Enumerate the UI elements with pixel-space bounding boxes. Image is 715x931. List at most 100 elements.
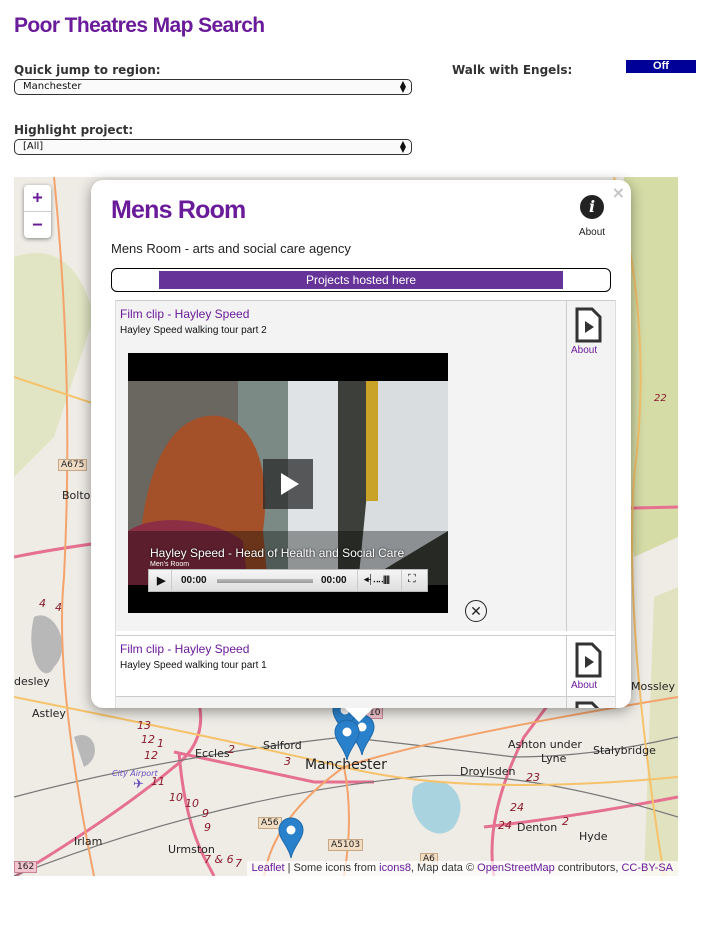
place-label: Droylsden (460, 765, 516, 778)
junction-label: 7 (235, 857, 242, 870)
place-label: Astley (32, 707, 66, 720)
item-about-link[interactable]: About (571, 345, 597, 356)
item-title-link[interactable]: Film clip - Hayley Speed (120, 307, 249, 321)
play-icon (281, 473, 299, 495)
projects-header-bar: Projects hosted here (159, 271, 563, 289)
junction-label: 11 (151, 775, 165, 788)
airport-icon: ✈ (133, 777, 144, 792)
place-label: Denton (517, 821, 558, 834)
junction-label: 2 (562, 815, 569, 828)
project-select-value: [All] (23, 141, 44, 152)
venue-about-button[interactable]: i About (576, 195, 608, 238)
junction-label: 22 (654, 393, 667, 404)
video-controls: ▶ 00:00 00:00 ◂┤‥‥|||| ⛶ (148, 569, 428, 592)
junction-label: 10 (185, 797, 199, 810)
video-frame: Hayley Speed - Head of Health and Social… (128, 381, 448, 585)
attribution-text: , Map data © (410, 862, 478, 874)
play-overlay-button[interactable] (263, 459, 313, 509)
region-label: Quick jump to region: (14, 63, 161, 77)
junction-label: 4 (39, 597, 46, 610)
junction-label: 24 (510, 801, 524, 814)
duration: 00:00 (321, 575, 347, 586)
play-button[interactable]: ▶ (157, 574, 165, 587)
divider (401, 570, 402, 591)
leaflet-link[interactable]: Leaflet (252, 862, 285, 874)
venue-about-label: About (578, 227, 606, 238)
junction-label: 24 (498, 819, 512, 832)
road-label: A675 (58, 459, 88, 471)
list-item-main: Film clip - Hayley Speed Hayley Speed wa… (116, 636, 566, 696)
item-title-link[interactable]: Film clip - Hayley Speed (120, 642, 249, 656)
attribution-text: contributors, (554, 862, 622, 874)
list-item: Film clip - Hayley Speed Hayley Speed wa… (116, 635, 615, 696)
close-video-button[interactable]: ✕ (465, 600, 487, 622)
junction-label: 1 (157, 737, 164, 750)
map-marker[interactable] (278, 817, 304, 859)
current-time: 00:00 (181, 575, 207, 586)
place-label: desley (14, 675, 50, 688)
video-file-icon[interactable] (574, 307, 602, 343)
zoom-out-button[interactable]: − (24, 211, 51, 238)
license-link[interactable]: CC-BY-SA (621, 862, 673, 874)
venue-name: Mens Room (111, 196, 246, 224)
junction-label: 9 (202, 807, 209, 820)
list-item-side: About (566, 636, 615, 696)
place-label: Eccles (195, 747, 230, 760)
place-label: Hyde (579, 830, 608, 843)
seek-bar[interactable] (217, 579, 313, 583)
list-item-side (566, 697, 615, 708)
popup-close-button[interactable]: × (612, 183, 625, 202)
map-marker[interactable] (334, 719, 360, 761)
attribution-text: | Some icons from (284, 862, 380, 874)
fullscreen-button[interactable]: ⛶ (408, 573, 416, 586)
icons8-link[interactable]: icons8 (379, 862, 411, 874)
place-label: Irlam (74, 835, 103, 848)
junction-label: 2 (228, 743, 235, 756)
zoom-control: + − (24, 185, 51, 238)
place-label: Mossley (631, 680, 676, 693)
zoom-in-button[interactable]: + (24, 185, 51, 211)
junction-label: 9 (204, 821, 211, 834)
list-item: Film clip - Hayley Speed Hayley Speed wa… (116, 300, 615, 631)
item-description: Hayley Speed walking tour part 1 (120, 660, 267, 671)
projects-header: Projects hosted here (111, 268, 611, 292)
info-icon: i (580, 195, 604, 219)
openstreetmap-link[interactable]: OpenStreetMap (477, 862, 555, 874)
volume-slider[interactable]: ◂┤‥‥|||| (364, 574, 390, 585)
road-label: A5103 (328, 839, 364, 851)
junction-label: 10 (169, 791, 183, 804)
place-label: Lyne (541, 752, 567, 765)
junction-label: 23 (526, 771, 540, 784)
map-attribution: Leaflet | Some icons from icons8, Map da… (246, 861, 678, 876)
junction-label: 12 (144, 749, 158, 762)
project-select[interactable]: [All] ▲ ▼ (14, 139, 412, 155)
video-player[interactable]: Hayley Speed - Head of Health and Social… (128, 353, 448, 613)
map-popup: × Mens Room Mens Room - arts and social … (91, 180, 631, 723)
item-about-link[interactable]: About (571, 680, 597, 691)
video-file-icon[interactable] (574, 701, 602, 708)
divider (357, 570, 358, 591)
video-subcaption: Men's Room (150, 561, 190, 568)
select-arrows-icon: ▲ ▼ (399, 139, 406, 154)
junction-label: 13 (137, 719, 151, 732)
list-item-main: Film clip - Hayley Speed Hayley Speed wa… (116, 301, 566, 631)
region-select-value: Manchester (23, 81, 82, 92)
engels-toggle[interactable]: Off (626, 60, 696, 73)
venue-description: Mens Room - arts and social care agency (111, 241, 351, 256)
region-select[interactable]: Manchester ▲ ▼ (14, 79, 412, 95)
divider (171, 570, 172, 591)
video-file-icon[interactable] (574, 642, 602, 678)
road-label: 162 (14, 861, 38, 873)
place-label: Stalybridge (593, 744, 656, 757)
projects-list[interactable]: Film clip - Hayley Speed Hayley Speed wa… (115, 300, 616, 708)
project-label: Highlight project: (14, 123, 134, 137)
place-label: Ashton under (508, 738, 582, 751)
list-item-side: About (566, 301, 615, 631)
junction-label: 7 & 6 (204, 853, 234, 866)
page-title: Poor Theatres Map Search (14, 14, 265, 37)
junction-label: 12 (141, 733, 155, 746)
video-caption: Hayley Speed - Head of Health and Social… (150, 546, 405, 560)
list-item (116, 696, 615, 708)
item-description: Hayley Speed walking tour part 2 (120, 325, 267, 336)
place-label: Salford (263, 739, 302, 752)
